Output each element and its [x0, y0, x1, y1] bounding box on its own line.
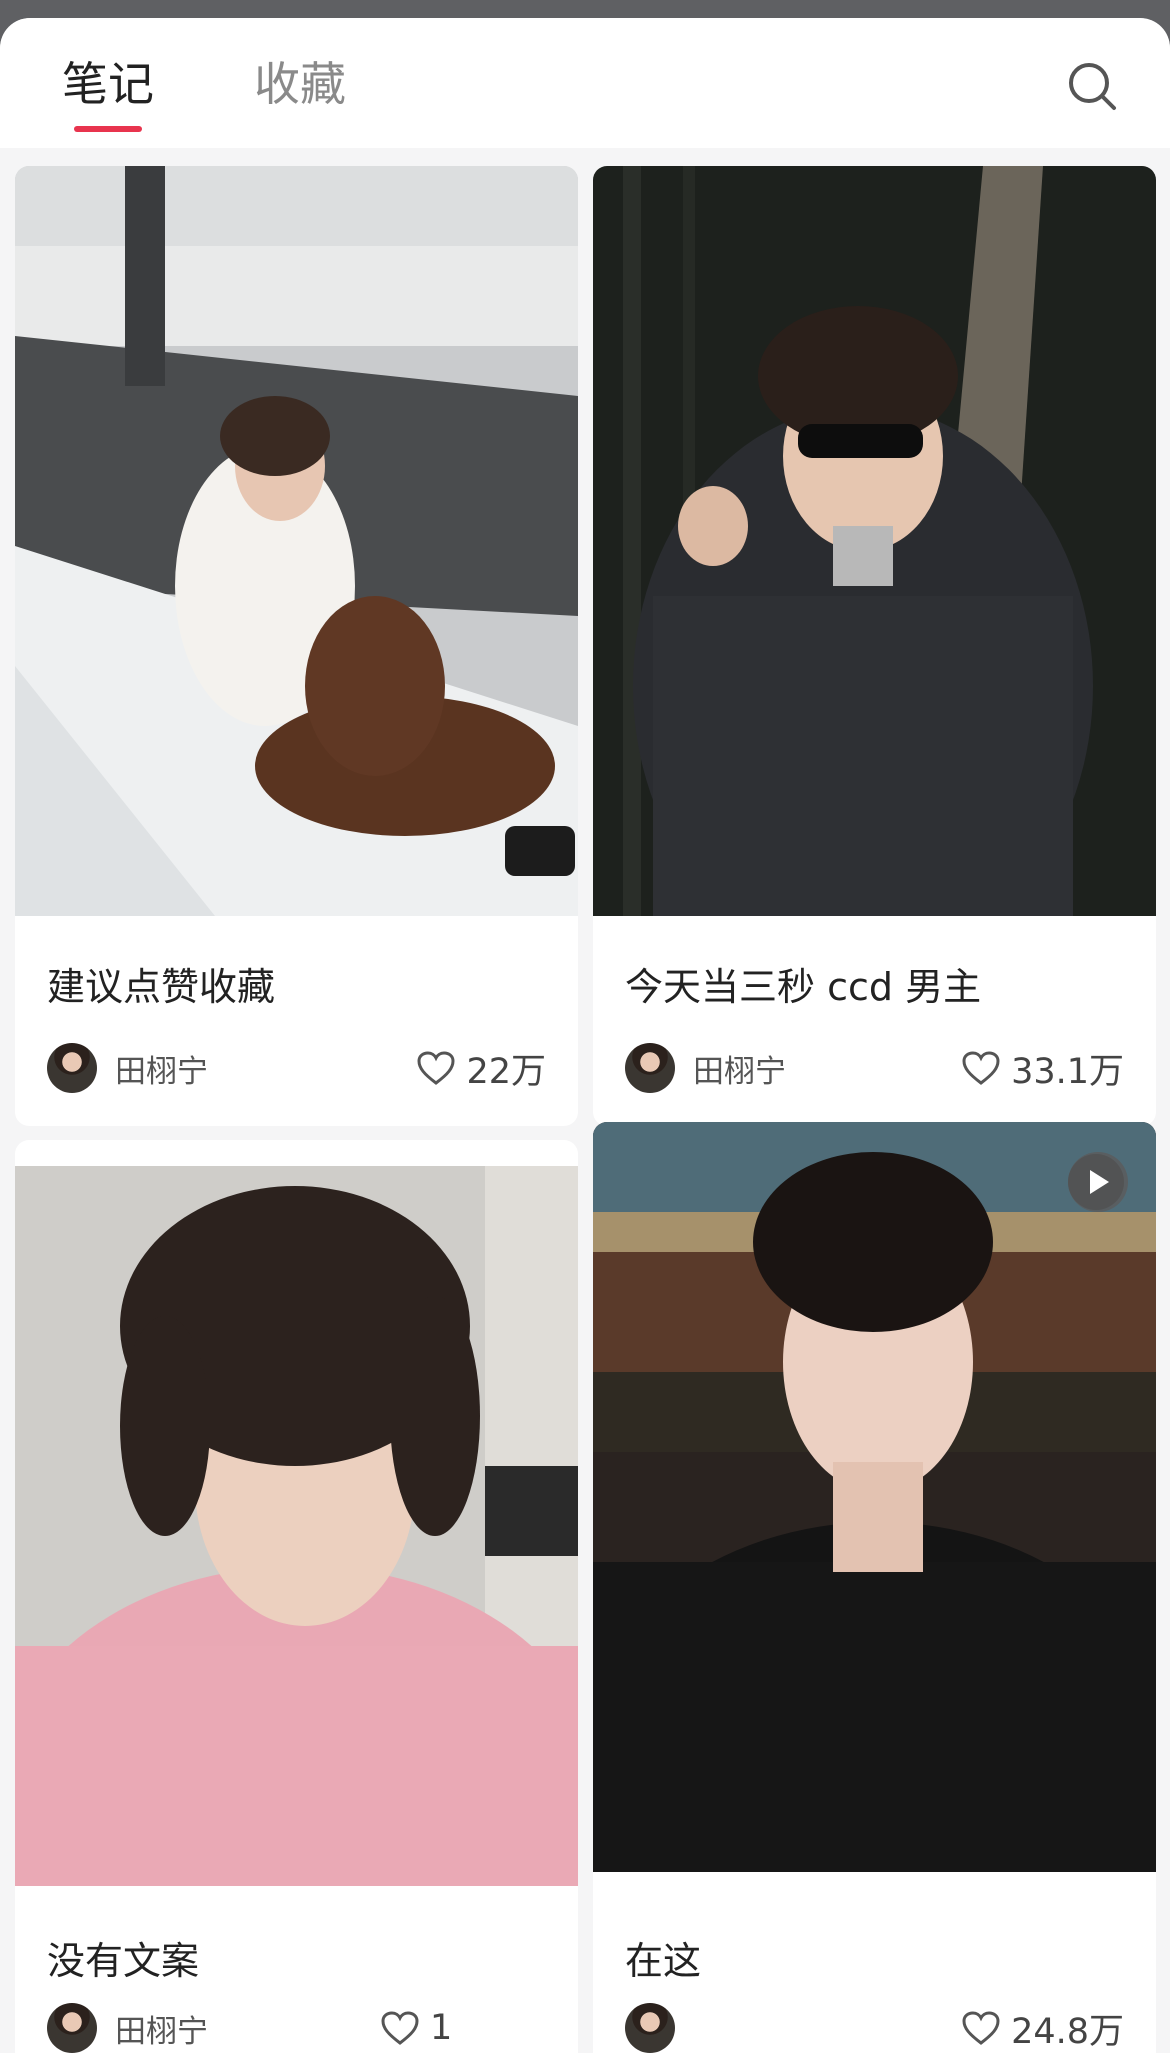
play-icon[interactable]: [1066, 1152, 1126, 1212]
note-card[interactable]: 在这 24.8万: [593, 1122, 1156, 2053]
note-title: 没有文案: [47, 1939, 200, 1983]
avatar: [625, 1043, 675, 1093]
note-card[interactable]: 建议点赞收藏 田栩宁 22万: [15, 166, 578, 1126]
author-row[interactable]: 田栩宁: [625, 1042, 786, 1094]
like-button[interactable]: 33.1万: [961, 1042, 1124, 1094]
heart-icon: [381, 2011, 419, 2045]
author-row[interactable]: [625, 2002, 693, 2053]
heart-icon: [962, 2011, 1000, 2045]
tab-favorites[interactable]: 收藏: [254, 56, 346, 112]
note-title: 在这: [625, 1939, 702, 1983]
like-button[interactable]: 24.8万: [961, 2002, 1124, 2053]
author-name: 田栩宁: [693, 1053, 786, 1090]
author-row[interactable]: 田栩宁: [47, 2002, 208, 2053]
author-row[interactable]: 田栩宁: [47, 1042, 208, 1094]
note-cover-image: [593, 166, 1156, 916]
heart-icon: [962, 1051, 1000, 1085]
avatar: [47, 1043, 97, 1093]
tab-notes[interactable]: 笔记: [62, 56, 154, 112]
note-title: 建议点赞收藏: [47, 965, 276, 1009]
active-tab-indicator: [74, 126, 142, 132]
note-card[interactable]: 没有文案 田栩宁 1: [15, 1140, 578, 2053]
note-cover-image: [15, 1166, 578, 1886]
like-button[interactable]: 22万: [416, 1042, 546, 1094]
avatar: [625, 2003, 675, 2053]
like-button[interactable]: 1: [380, 2002, 452, 2053]
author-name: 田栩宁: [115, 2013, 208, 2050]
like-count: 22万: [466, 1051, 546, 1092]
note-cover-image: [15, 166, 578, 916]
note-cover-image: [593, 1122, 1156, 1872]
top-tab-bar: 笔记 收藏: [0, 18, 1170, 148]
avatar: [47, 2003, 97, 2053]
like-count: 24.8万: [1011, 2011, 1124, 2052]
like-count: 33.1万: [1011, 1051, 1124, 1092]
like-count: 1: [430, 2008, 453, 2048]
author-name: 田栩宁: [115, 1053, 208, 1090]
search-icon[interactable]: [1064, 58, 1120, 114]
note-card[interactable]: 今天当三秒 ccd 男主 田栩宁 33.1万: [593, 166, 1156, 1126]
note-title: 今天当三秒 ccd 男主: [625, 965, 982, 1009]
heart-icon: [417, 1051, 455, 1085]
notes-sheet: 笔记 收藏 建议点赞收藏 田栩宁 22万 今天当三秒 ccd 男主 田栩宁 33…: [0, 18, 1170, 2053]
